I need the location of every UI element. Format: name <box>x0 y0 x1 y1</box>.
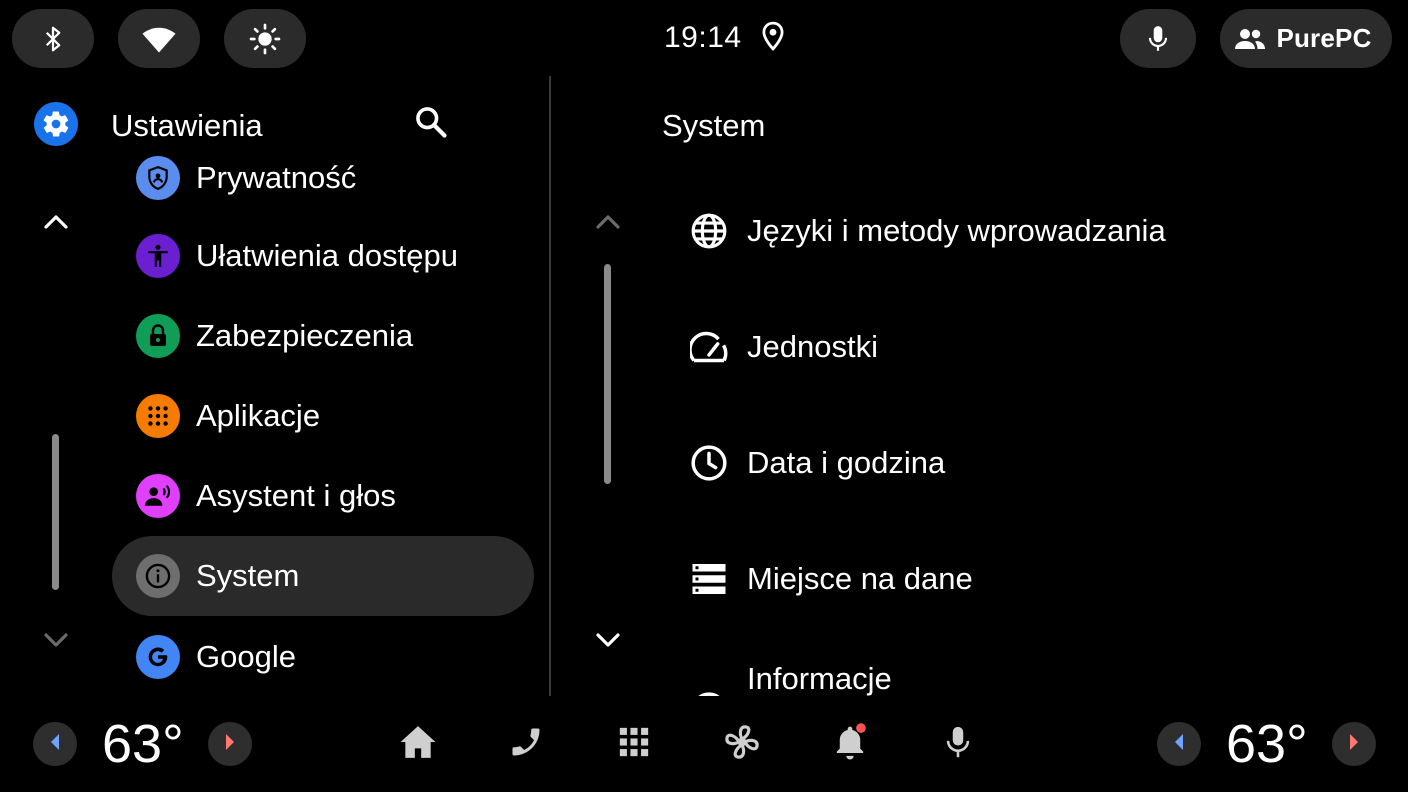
arrow-right-icon <box>224 733 236 756</box>
menu-item-label: Zabezpieczenia <box>196 318 414 353</box>
user-profile-button[interactable]: PurePC <box>1220 9 1392 68</box>
clock: 19:14 <box>664 21 742 54</box>
notifications-button[interactable] <box>826 720 874 768</box>
speedometer-icon <box>688 326 730 368</box>
info-icon <box>688 689 730 696</box>
app-grid-icon <box>617 725 651 764</box>
settings-category-list: Prywatność Ułatwienia dostępu Zabezpiecz… <box>112 150 542 696</box>
section-title: System <box>662 108 766 143</box>
left-temp-increase-button[interactable] <box>208 722 252 766</box>
left-temp-decrease-button[interactable] <box>33 722 77 766</box>
privacy-icon <box>136 156 180 200</box>
user-name: PurePC <box>1276 23 1372 53</box>
google-icon <box>136 635 180 679</box>
menu-item-label: Aplikacje <box>196 398 321 433</box>
menu-item-assistant-voice[interactable]: Asystent i głos <box>112 456 534 536</box>
status-clock-area: 19:14 <box>664 18 786 58</box>
menu-item-label: Prywatność <box>196 160 357 195</box>
system-settings-list: Języki i metody wprowadzania Jednostki D… <box>660 160 1400 696</box>
accessibility-icon <box>136 234 180 278</box>
home-icon <box>399 724 437 765</box>
menu-item-label: Google <box>196 639 296 674</box>
fan-icon <box>723 723 761 766</box>
right-temperature[interactable]: 63° <box>1226 714 1308 774</box>
chevron-up-icon <box>42 213 70 236</box>
system-item-label: Jednostki <box>747 329 878 364</box>
system-item-units[interactable]: Jednostki <box>660 289 1380 405</box>
page-title: Ustawienia <box>111 108 263 143</box>
globe-icon <box>688 210 730 252</box>
microphone-icon <box>944 723 972 766</box>
clock-icon <box>688 442 730 484</box>
right-temp-increase-button[interactable] <box>1332 722 1376 766</box>
bluetooth-toggle[interactable] <box>12 9 94 68</box>
storage-icon <box>688 558 730 600</box>
right-scrollbar[interactable] <box>604 264 611 484</box>
system-item-date-time[interactable]: Data i godzina <box>660 405 1380 521</box>
search-icon <box>413 104 449 145</box>
microphone-icon <box>1145 24 1171 54</box>
left-scrollbar[interactable] <box>52 434 59 590</box>
menu-item-security[interactable]: Zabezpieczenia <box>112 296 534 376</box>
phone-icon <box>508 724 544 765</box>
system-item-storage[interactable]: Miejsce na dane <box>660 521 1380 637</box>
left-temperature[interactable]: 63° <box>102 714 184 774</box>
people-icon <box>1234 27 1266 51</box>
right-temp-decrease-button[interactable] <box>1157 722 1201 766</box>
phone-button[interactable] <box>502 720 550 768</box>
brightness-button[interactable] <box>224 9 306 68</box>
apps-icon <box>136 394 180 438</box>
bluetooth-icon <box>38 24 68 54</box>
panel-divider <box>549 76 551 696</box>
lock-icon <box>136 314 180 358</box>
menu-item-label: Asystent i głos <box>196 478 396 513</box>
arrow-left-icon <box>1173 733 1185 756</box>
wifi-toggle[interactable] <box>118 9 200 68</box>
brightness-icon <box>249 23 281 55</box>
menu-item-label: Ułatwienia dostępu <box>196 238 458 273</box>
menu-item-accessibility[interactable]: Ułatwienia dostępu <box>112 216 534 296</box>
voice-button[interactable] <box>934 720 982 768</box>
location-pin-icon <box>760 21 786 56</box>
search-button[interactable] <box>410 103 452 145</box>
right-scroll-down-button[interactable] <box>586 620 630 664</box>
menu-item-system[interactable]: System <box>112 536 534 616</box>
chevron-up-icon <box>594 213 622 236</box>
system-item-label: Informacje <box>747 661 892 696</box>
assistant-voice-icon <box>136 474 180 518</box>
menu-item-privacy[interactable]: Prywatność <box>112 150 534 218</box>
system-item-label: Miejsce na dane <box>747 561 973 596</box>
left-scroll-down-button[interactable] <box>34 620 78 664</box>
system-item-languages[interactable]: Języki i metody wprowadzania <box>660 173 1380 289</box>
system-item-about[interactable]: Informacje <box>660 621 1380 696</box>
left-scroll-up-button[interactable] <box>34 202 78 246</box>
chevron-down-icon <box>594 631 622 654</box>
menu-item-label: System <box>196 558 300 593</box>
wifi-icon <box>141 24 177 54</box>
system-item-label: Języki i metody wprowadzania <box>747 213 1166 248</box>
system-item-label: Data i godzina <box>747 445 946 480</box>
settings-gear-icon <box>34 102 78 146</box>
notification-bell-icon <box>832 722 868 766</box>
info-icon <box>136 554 180 598</box>
arrow-right-icon <box>1348 733 1360 756</box>
app-grid-button[interactable] <box>610 720 658 768</box>
menu-item-apps[interactable]: Aplikacje <box>112 376 534 456</box>
voice-assistant-button[interactable] <box>1120 9 1196 68</box>
home-button[interactable] <box>394 720 442 768</box>
menu-item-google[interactable]: Google <box>112 617 534 696</box>
chevron-down-icon <box>42 631 70 654</box>
right-scroll-up-button[interactable] <box>586 202 630 246</box>
arrow-left-icon <box>49 733 61 756</box>
climate-fan-button[interactable] <box>718 720 766 768</box>
